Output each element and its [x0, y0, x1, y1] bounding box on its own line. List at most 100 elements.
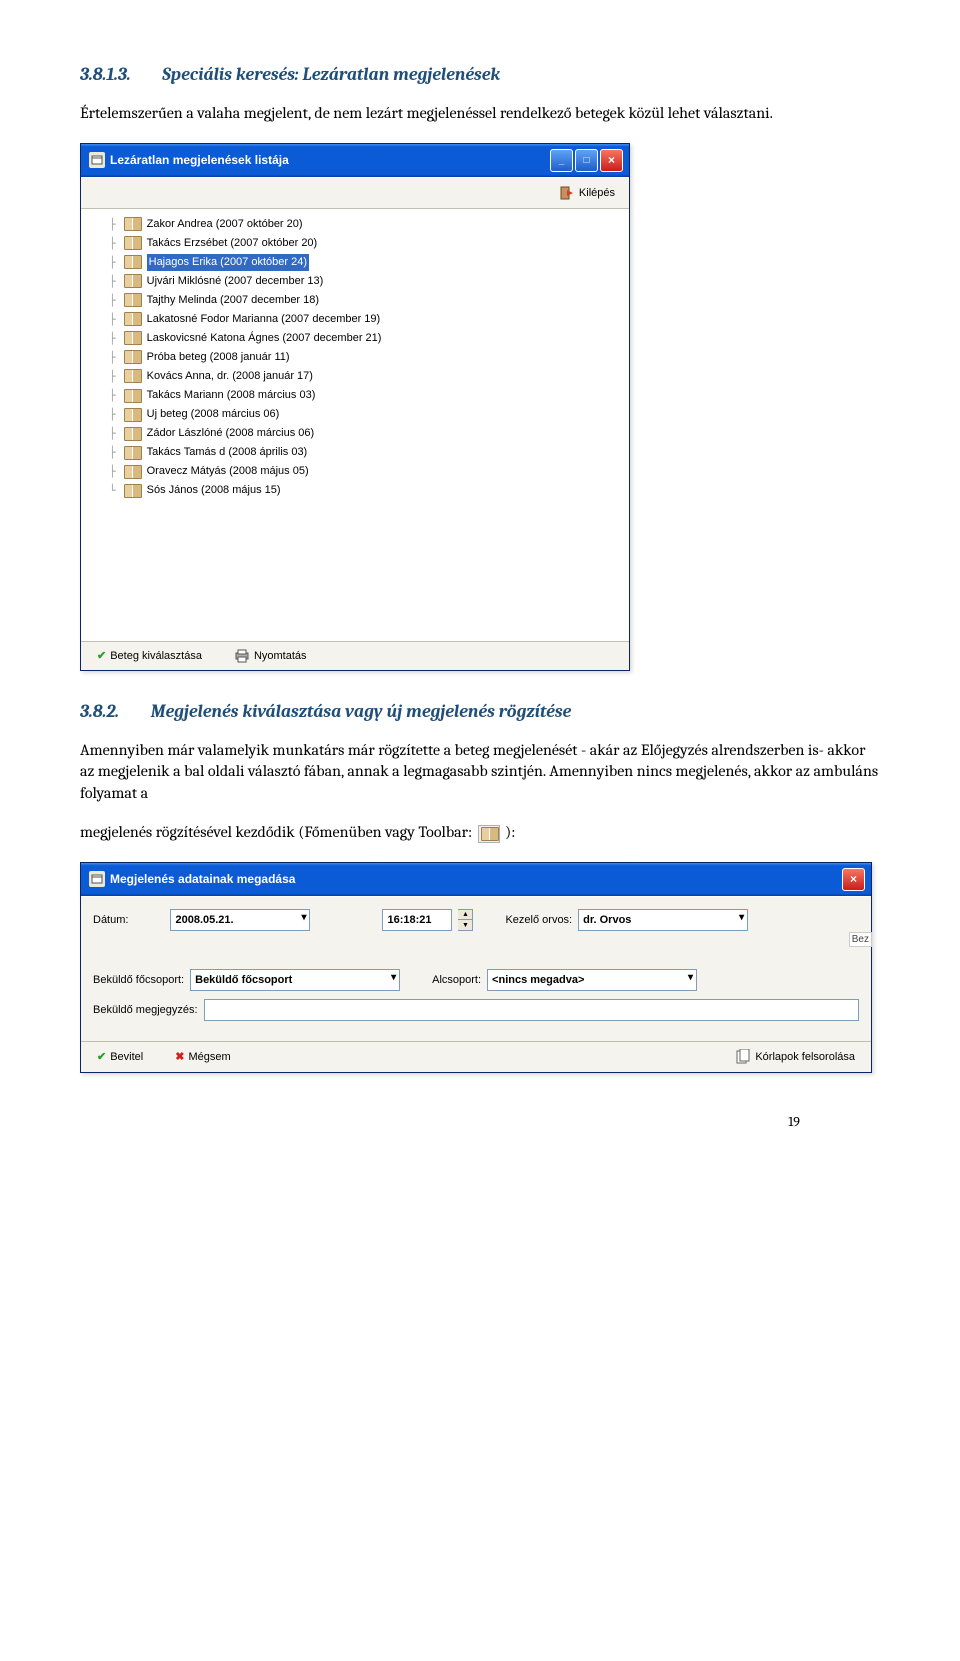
- print-button[interactable]: Nyomtatás: [228, 647, 313, 665]
- book-icon: [124, 484, 142, 498]
- close-button[interactable]: ×: [600, 149, 623, 172]
- text-run: ):: [505, 823, 515, 841]
- tree-item[interactable]: ├Kovács Anna, dr. (2008 január 17): [91, 367, 619, 386]
- cancel-label: Mégsem: [188, 1051, 230, 1063]
- section-heading: 3.8.1.3. Speciális keresés: Lezáratlan m…: [80, 64, 880, 85]
- bottom-bar: ✔ Beteg kiválasztása Nyomtatás: [81, 641, 629, 670]
- title-text: Lezáratlan megjelenések listája: [110, 153, 289, 167]
- label-sender-main: Beküldő főcsoport:: [93, 974, 184, 986]
- titlebar[interactable]: Megjelenés adatainak megadása ×: [81, 863, 871, 896]
- window-icon: [89, 871, 105, 887]
- select-label: Beteg kiválasztása: [110, 650, 202, 662]
- check-icon: ✔: [97, 649, 106, 662]
- pages-button[interactable]: Kórlapok felsorolása: [729, 1047, 861, 1067]
- book-icon: [124, 293, 142, 307]
- doctor-field[interactable]: dr. Orvos: [578, 909, 748, 931]
- tree-item[interactable]: ├Takács Erzsébet (2007 október 20): [91, 234, 619, 253]
- tree-item-label: Próba beteg (2008 január 11): [147, 349, 290, 366]
- tree-item-label: Ujvári Miklósné (2007 december 13): [147, 273, 324, 290]
- tree-item[interactable]: ├Próba beteg (2008 január 11): [91, 348, 619, 367]
- tree-item[interactable]: ├Lakatosné Fodor Marianna (2007 december…: [91, 310, 619, 329]
- minimize-button[interactable]: _: [550, 149, 573, 172]
- select-patient-button[interactable]: ✔ Beteg kiválasztása: [91, 647, 208, 664]
- tree-item-label: Uj beteg (2008 március 06): [147, 406, 280, 423]
- book-icon: [124, 389, 142, 403]
- section-number: 3.8.1.3.: [80, 64, 131, 85]
- toolbar-book-icon: [478, 825, 500, 843]
- dialog-appearance-data: Megjelenés adatainak megadása × Bez Dátu…: [80, 862, 872, 1073]
- tree-item-label: Takács Erzsébet (2007 október 20): [147, 235, 318, 252]
- book-icon: [124, 446, 142, 460]
- tree-item-label: Tajthy Melinda (2007 december 18): [147, 292, 319, 309]
- maximize-button[interactable]: □: [575, 149, 598, 172]
- spin-up-icon[interactable]: ▲: [458, 910, 472, 921]
- book-icon: [124, 255, 142, 269]
- book-icon: [124, 369, 142, 383]
- toolbar: Kilépés: [81, 177, 629, 209]
- pages-icon: [735, 1049, 751, 1065]
- tree-item[interactable]: ├Zakor Andrea (2007 október 20): [91, 215, 619, 234]
- tree-item[interactable]: ├Zádor Lászlóné (2008 március 06): [91, 424, 619, 443]
- tree-item[interactable]: ├Hajagos Erika (2007 október 24): [91, 253, 619, 272]
- section-heading: 3.8.2. Megjelenés kiválasztása vagy új m…: [80, 701, 880, 722]
- paragraph: Amennyiben már valamelyik munkatárs már …: [80, 740, 880, 805]
- label-sender-note: Beküldő megjegyzés:: [93, 1004, 198, 1016]
- tree-item[interactable]: ├Takács Tamás d (2008 április 03): [91, 443, 619, 462]
- bez-badge: Bez: [849, 932, 872, 947]
- date-field[interactable]: 2008.05.21.: [170, 909, 310, 931]
- label-sender-sub: Alcsoport:: [432, 974, 481, 986]
- sender-sub-field[interactable]: <nincs megadva>: [487, 969, 697, 991]
- tree-item[interactable]: ├Oravecz Mátyás (2008 május 05): [91, 462, 619, 481]
- label-date: Dátum:: [93, 914, 128, 926]
- text-run: megjelenés rögzítésével kezdődik (Főmenü…: [80, 823, 476, 841]
- tree-item[interactable]: ├Uj beteg (2008 március 06): [91, 405, 619, 424]
- tree-item-label: Takács Tamás d (2008 április 03): [147, 444, 308, 461]
- check-icon: ✔: [97, 1050, 106, 1063]
- book-icon: [124, 274, 142, 288]
- section-title: Megjelenés kiválasztása vagy új megjelen…: [151, 701, 572, 722]
- book-icon: [124, 408, 142, 422]
- pages-label: Kórlapok felsorolása: [755, 1051, 855, 1063]
- book-icon: [124, 465, 142, 479]
- exit-label: Kilépés: [579, 187, 615, 199]
- book-icon: [124, 217, 142, 231]
- cancel-button[interactable]: ✖ Mégsem: [169, 1048, 236, 1065]
- x-icon: ✖: [175, 1050, 184, 1063]
- tree-item-label: Zádor Lászlóné (2008 március 06): [147, 425, 315, 442]
- titlebar[interactable]: Lezáratlan megjelenések listája _ □ ×: [81, 144, 629, 177]
- title-text: Megjelenés adatainak megadása: [110, 872, 295, 886]
- tree-item-label: Lakatosné Fodor Marianna (2007 december …: [147, 311, 381, 328]
- form-area: Bez Dátum: 2008.05.21. 16:18:21 ▲▼ Kezel…: [81, 896, 871, 1041]
- tree-item[interactable]: ├Tajthy Melinda (2007 december 18): [91, 291, 619, 310]
- tree-item-label: Oravecz Mátyás (2008 május 05): [147, 463, 309, 480]
- exit-button[interactable]: Kilépés: [553, 183, 621, 203]
- tree-item-label: Kovács Anna, dr. (2008 január 17): [147, 368, 313, 385]
- book-icon: [124, 236, 142, 250]
- tree-item[interactable]: ├Laskovicsné Katona Ágnes (2007 december…: [91, 329, 619, 348]
- time-spinner[interactable]: ▲▼: [458, 909, 473, 931]
- print-label: Nyomtatás: [254, 650, 307, 662]
- tree-item-label: Hajagos Erika (2007 október 24): [147, 254, 309, 271]
- tree-item-label: Zakor Andrea (2007 október 20): [147, 216, 303, 233]
- tree-item[interactable]: ├Ujvári Miklósné (2007 december 13): [91, 272, 619, 291]
- ok-button[interactable]: ✔ Bevitel: [91, 1048, 149, 1065]
- tree-item-label: Laskovicsné Katona Ágnes (2007 december …: [147, 330, 382, 347]
- close-button[interactable]: ×: [842, 868, 865, 891]
- page-number: 19: [788, 1113, 800, 1130]
- tree-item[interactable]: ├Takács Mariann (2008 március 03): [91, 386, 619, 405]
- tree-item[interactable]: └Sós János (2008 május 15): [91, 481, 619, 500]
- sender-main-field[interactable]: Beküldő főcsoport: [190, 969, 400, 991]
- time-field[interactable]: 16:18:21: [382, 909, 452, 931]
- section-title: Speciális keresés: Lezáratlan megjelenés…: [162, 64, 500, 85]
- paragraph: Értelemszerűen a valaha megjelent, de ne…: [80, 103, 880, 125]
- sender-note-field[interactable]: [204, 999, 859, 1021]
- bottom-bar: ✔ Bevitel ✖ Mégsem Kórlapok felsorolása: [81, 1041, 871, 1072]
- book-icon: [124, 350, 142, 364]
- spin-down-icon[interactable]: ▼: [458, 920, 472, 930]
- section-number: 3.8.2.: [80, 701, 119, 722]
- book-icon: [124, 427, 142, 441]
- book-icon: [124, 312, 142, 326]
- dialog-unclosed-list: Lezáratlan megjelenések listája _ □ × Ki…: [80, 143, 630, 671]
- tree-item-label: Sós János (2008 május 15): [147, 482, 281, 499]
- tree-list[interactable]: ├Zakor Andrea (2007 október 20)├Takács E…: [81, 209, 629, 641]
